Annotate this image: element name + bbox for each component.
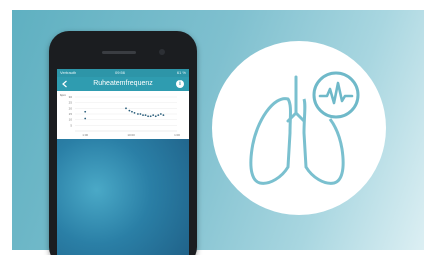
y-tick-label: 30	[69, 95, 73, 99]
page-title: Ruheatemfrequenz	[93, 80, 153, 87]
data-point	[152, 114, 155, 117]
data-point	[137, 113, 139, 115]
y-axis-label: bpm	[60, 93, 66, 97]
data-point	[144, 114, 147, 117]
data-point	[142, 114, 144, 117]
data-point	[125, 107, 127, 110]
battery-label: 61 %	[176, 70, 186, 75]
x-tick-label: 10:00	[127, 133, 135, 137]
respiration-chart: bpm 30 25 20 15 10 5 1:00 10:00 1:00	[57, 91, 189, 139]
data-point	[128, 109, 131, 112]
data-point	[149, 115, 152, 118]
y-tick-label: 15	[69, 112, 73, 116]
data-point	[159, 113, 162, 115]
smartphone: Vertrauth 09:56 61 % Ruheatemfrequenz i …	[49, 31, 197, 255]
chart-svg: bpm 30 2520 15 105 1:00 10:00 1:00	[60, 93, 180, 137]
data-point	[139, 113, 142, 115]
data-point	[84, 117, 87, 120]
data-point	[154, 115, 157, 118]
y-tick-label: 10	[69, 118, 73, 122]
phone-speaker	[102, 51, 136, 54]
heartbeat-icon	[312, 71, 360, 119]
info-icon[interactable]: i	[176, 80, 184, 88]
data-point	[157, 114, 160, 117]
y-tick-label: 25	[69, 101, 73, 105]
carrier-label: Vertrauth	[60, 70, 77, 75]
data-point	[147, 115, 149, 118]
lungs-icon	[249, 71, 360, 185]
x-tick-label: 1:00	[82, 133, 88, 137]
time-label: 09:56	[115, 70, 126, 75]
data-point	[133, 111, 136, 114]
y-tick-label: 5	[70, 123, 72, 127]
screen-background-image	[57, 139, 189, 255]
promo-scene: Vertrauth 09:56 61 % Ruheatemfrequenz i …	[0, 0, 433, 255]
x-tick-label: 1:00	[174, 133, 180, 137]
phone-camera	[159, 49, 165, 55]
status-bar: Vertrauth 09:56 61 %	[57, 69, 189, 77]
data-point	[131, 110, 133, 113]
data-point	[84, 110, 87, 113]
app-bar: Ruheatemfrequenz i	[57, 77, 189, 91]
data-point	[162, 114, 165, 117]
phone-screen: Vertrauth 09:56 61 % Ruheatemfrequenz i …	[57, 69, 189, 255]
lung-badge	[212, 41, 386, 215]
y-tick-label: 20	[69, 106, 73, 110]
